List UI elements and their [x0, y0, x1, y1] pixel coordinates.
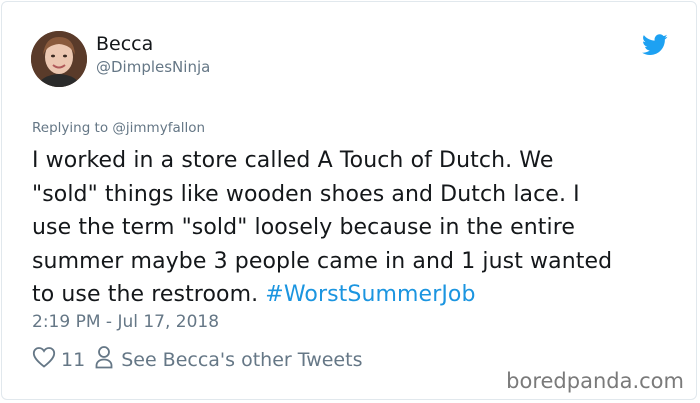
- tweet-text-line: "sold" things like wooden shoes and Dutc…: [32, 181, 580, 207]
- other-tweets-link[interactable]: See Becca's other Tweets: [121, 349, 362, 371]
- replying-to: Replying to @jimmyfallon: [32, 120, 205, 136]
- avatar-image: [31, 31, 87, 87]
- timestamp[interactable]: 2:19 PM - Jul 17, 2018: [32, 312, 219, 332]
- twitter-bird-icon[interactable]: [642, 34, 668, 56]
- author-handle[interactable]: @DimplesNinja: [96, 58, 210, 76]
- replying-label: Replying to: [32, 120, 109, 136]
- tweet-text-line: summer maybe 3 people came in and 1 just…: [32, 248, 613, 274]
- watermark: boredpanda.com: [506, 369, 684, 393]
- person-icon[interactable]: [95, 345, 113, 374]
- avatar[interactable]: [31, 31, 87, 87]
- tweet-text-line: use the term "sold" loosely because in t…: [32, 215, 576, 240]
- tweet-text: I worked in a store called A Touch of Du…: [32, 144, 672, 312]
- tweet-text-line: I worked in a store called A Touch of Du…: [32, 148, 554, 173]
- tweet-text-line: to use the restroom.: [32, 282, 266, 307]
- tweet-actions: 11 See Becca's other Tweets: [32, 345, 362, 374]
- like-count[interactable]: 11: [61, 349, 85, 371]
- replying-handle-link[interactable]: @jimmyfallon: [112, 120, 205, 136]
- heart-icon[interactable]: [32, 346, 56, 373]
- author-name[interactable]: Becca: [96, 33, 153, 55]
- hashtag-link[interactable]: #WorstSummerJob: [265, 282, 475, 307]
